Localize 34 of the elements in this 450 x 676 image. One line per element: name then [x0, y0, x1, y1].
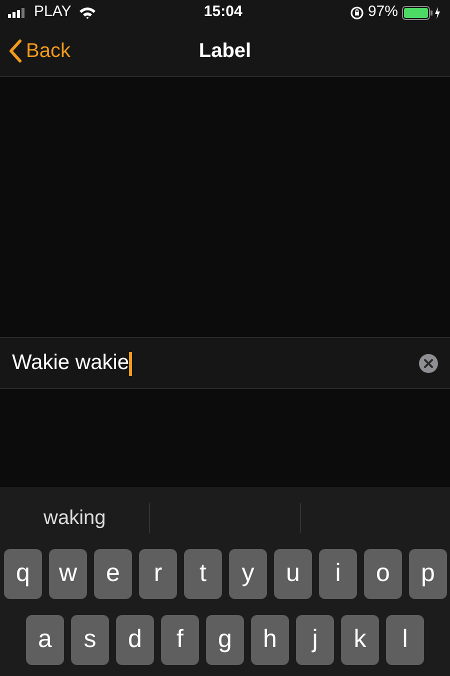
keyboard-key[interactable]: q [4, 549, 42, 599]
keyboard-key[interactable]: t [184, 549, 222, 599]
page-title: Label [198, 38, 252, 64]
keyboard-key[interactable]: l [386, 615, 424, 665]
clear-icon [419, 354, 438, 372]
chevron-left-icon [8, 38, 22, 62]
keyboard-key[interactable]: k [341, 615, 379, 665]
keyboard-key[interactable]: o [364, 549, 402, 599]
keyboard-key[interactable]: a [26, 615, 64, 665]
keyboard-key[interactable]: w [49, 549, 87, 599]
keyboard-key[interactable]: j [296, 615, 334, 665]
suggestion-item[interactable]: waking [44, 507, 106, 529]
signal-icon [8, 8, 26, 18]
keyboard-key[interactable]: i [319, 549, 357, 599]
keyboard-key[interactable]: d [116, 615, 154, 665]
keyboard-key[interactable]: f [161, 615, 199, 665]
carrier-name: PLAY [34, 2, 72, 22]
keyboard-key[interactable]: p [409, 549, 447, 599]
back-button[interactable]: Back [0, 36, 70, 66]
text-field[interactable]: Wakie wakie [12, 347, 132, 379]
keyboard-key[interactable]: g [206, 615, 244, 665]
clear-button[interactable] [419, 354, 438, 372]
battery-icon [402, 6, 442, 20]
keyboard-key[interactable]: y [229, 549, 267, 599]
text-caret [129, 352, 132, 376]
rotation-lock-icon [350, 6, 364, 20]
keyboard-key[interactable]: u [274, 549, 312, 599]
keyboard-key[interactable]: s [71, 615, 109, 665]
keyboard-key[interactable]: r [139, 549, 177, 599]
wifi-icon [79, 6, 96, 18]
status-time: 15:04 [204, 2, 242, 22]
keyboard-key[interactable]: e [94, 549, 132, 599]
battery-percent: 97% [368, 2, 398, 22]
keyboard-key[interactable]: h [251, 615, 289, 665]
